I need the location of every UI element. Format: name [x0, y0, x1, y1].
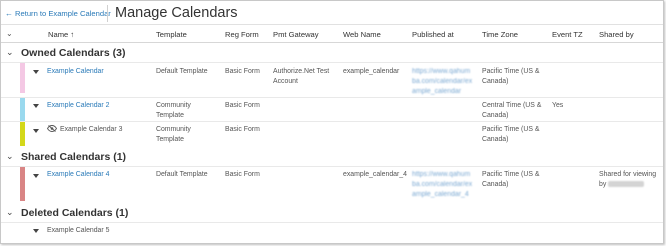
web-name-cell: example_calendar: [343, 68, 400, 75]
triangle-down-icon[interactable]: [33, 174, 39, 178]
published-url-link[interactable]: https://www.qahum ba.com/calendar/ex ample…: [412, 67, 472, 97]
triangle-down-icon[interactable]: [33, 129, 39, 133]
template-cell: Community Template: [156, 126, 191, 143]
column-event-tz[interactable]: Event TZ: [552, 30, 583, 39]
column-header-row: ⌄ Name ↑ Template Reg Form Pmt Gateway W…: [1, 26, 663, 43]
chevron-down-icon[interactable]: ⌄: [6, 47, 14, 58]
triangle-down-icon[interactable]: [33, 229, 39, 233]
reg-form-cell: Basic Form: [225, 102, 260, 109]
calendar-name-link[interactable]: Example Calendar 4: [47, 170, 109, 180]
column-name-label: Name: [48, 30, 69, 39]
calendar-row[interactable]: Example Calendar 2 Community Template Bas…: [1, 97, 663, 121]
time-zone-cell: Pacific Time (US & Canada): [482, 68, 540, 85]
calendar-color-bar: [20, 63, 25, 93]
header-divider: [107, 5, 108, 22]
triangle-down-icon[interactable]: [33, 104, 39, 108]
group-title: Owned Calendars (3): [21, 47, 126, 59]
calendar-color-bar: [20, 98, 25, 121]
column-published-at[interactable]: Published at: [412, 30, 454, 39]
calendar-color-bar: [20, 167, 25, 201]
chevron-down-icon[interactable]: ⌄: [6, 151, 14, 162]
page-title: Manage Calendars: [115, 5, 238, 21]
event-tz-cell: Yes: [552, 102, 564, 109]
column-pmt-gateway[interactable]: Pmt Gateway: [273, 30, 319, 39]
column-time-zone[interactable]: Time Zone: [482, 30, 518, 39]
reg-form-cell: Basic Form: [225, 171, 260, 178]
web-name-cell: example_calendar_4: [343, 171, 407, 178]
column-template[interactable]: Template: [156, 30, 187, 39]
group-title: Deleted Calendars (1): [21, 207, 129, 219]
reg-form-cell: Basic Form: [225, 126, 260, 133]
manage-calendars-window: ← Return to Example Calendar Manage Cale…: [0, 0, 664, 244]
calendar-name[interactable]: Example Calendar 3: [47, 125, 122, 135]
calendar-name-link[interactable]: Example Calendar: [47, 67, 104, 77]
page-header: ← Return to Example Calendar Manage Cale…: [1, 1, 663, 25]
column-name[interactable]: Name ↑: [48, 30, 74, 39]
time-zone-cell: Pacific Time (US & Canada): [482, 171, 540, 188]
calendar-row[interactable]: Example Calendar 5: [1, 222, 663, 243]
pmt-gateway-cell: Authorize.Net Test Account: [273, 68, 330, 85]
arrow-left-icon: ←: [5, 8, 13, 18]
sort-ascending-icon: ↑: [70, 30, 75, 39]
calendar-row[interactable]: Example Calendar Default Template Basic …: [1, 62, 663, 95]
template-cell: Community Template: [156, 102, 191, 119]
group-shared-calendars[interactable]: ⌄ Shared Calendars (1): [1, 149, 663, 166]
triangle-down-icon[interactable]: [33, 70, 39, 74]
calendar-row[interactable]: Example Calendar 4 Default Template Basi…: [1, 166, 663, 201]
collapse-all-chevron-icon[interactable]: ⌄: [6, 29, 13, 38]
calendar-row[interactable]: Example Calendar 3 Community Template Bas…: [1, 121, 663, 146]
time-zone-cell: Pacific Time (US & Canada): [482, 126, 540, 143]
group-owned-calendars[interactable]: ⌄ Owned Calendars (3): [1, 45, 663, 62]
redacted-owner-name: [608, 181, 645, 188]
group-deleted-calendars[interactable]: ⌄ Deleted Calendars (1): [1, 205, 663, 222]
return-link-label: Return to Example Calendar: [15, 9, 111, 18]
eye-off-icon: [47, 125, 57, 132]
return-to-calendar-link[interactable]: ← Return to Example Calendar: [5, 9, 111, 18]
group-title: Shared Calendars (1): [21, 151, 127, 163]
calendar-name[interactable]: Example Calendar 5: [47, 226, 109, 236]
calendar-name-link[interactable]: Example Calendar 2: [47, 101, 109, 111]
column-reg-form[interactable]: Reg Form: [225, 30, 259, 39]
time-zone-cell: Central Time (US & Canada): [482, 102, 542, 119]
template-cell: Default Template: [156, 68, 208, 75]
published-url-link[interactable]: https://www.qahum ba.com/calendar/ex ample…: [412, 170, 472, 200]
template-cell: Default Template: [156, 171, 208, 178]
reg-form-cell: Basic Form: [225, 68, 260, 75]
calendar-color-bar: [20, 122, 25, 146]
chevron-down-icon[interactable]: ⌄: [6, 207, 14, 218]
column-web-name[interactable]: Web Name: [343, 30, 381, 39]
shared-by-cell: Shared for viewing by: [599, 171, 657, 188]
column-shared-by[interactable]: Shared by: [599, 30, 634, 39]
